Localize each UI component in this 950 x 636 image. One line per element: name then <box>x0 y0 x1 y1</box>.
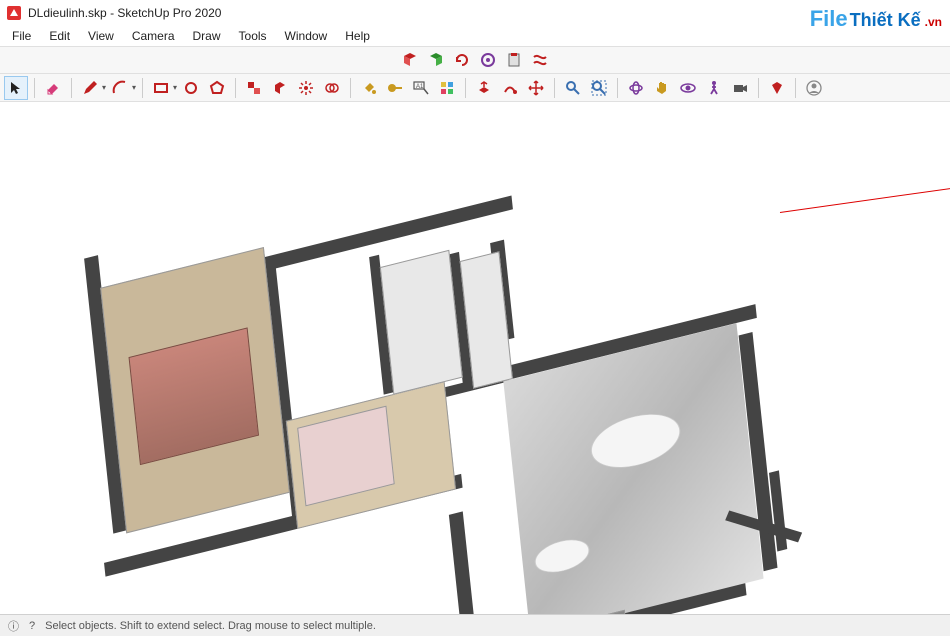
menu-tools[interactable]: Tools <box>231 27 275 45</box>
toolbar-main: ▾ ▾ ▾ A1 <box>0 74 950 102</box>
orbit-icon[interactable] <box>624 76 648 100</box>
model-floorplan <box>72 189 847 614</box>
clipboard-icon[interactable] <box>502 48 526 72</box>
brand-main: Thiết Kế <box>850 10 921 31</box>
zoom-icon[interactable] <box>561 76 585 100</box>
push-pull-icon[interactable] <box>472 76 496 100</box>
user-account-icon[interactable] <box>802 76 826 100</box>
text-label-icon[interactable]: A1 <box>409 76 433 100</box>
dynamic-swap-icon[interactable] <box>528 48 552 72</box>
paint-bucket-icon[interactable] <box>357 76 381 100</box>
component-red-icon[interactable] <box>268 76 292 100</box>
svg-text:A1: A1 <box>416 84 424 90</box>
reload-icon[interactable] <box>450 48 474 72</box>
window-title: DLdieulinh.skp - SketchUp Pro 2020 <box>28 6 221 20</box>
zoom-extents-icon[interactable] <box>587 76 611 100</box>
menu-window[interactable]: Window <box>277 27 336 45</box>
title-appname: SketchUp Pro 2020 <box>117 6 221 20</box>
brand-prefix: File <box>810 6 848 32</box>
menu-draw[interactable]: Draw <box>185 27 229 45</box>
menu-camera[interactable]: Camera <box>124 27 183 45</box>
eraser-icon[interactable] <box>41 76 65 100</box>
circle-icon[interactable] <box>179 76 203 100</box>
pan-icon[interactable] <box>650 76 674 100</box>
look-around-icon[interactable] <box>676 76 700 100</box>
walk-icon[interactable] <box>702 76 726 100</box>
color-sample-icon[interactable] <box>435 76 459 100</box>
ruby-icon[interactable] <box>765 76 789 100</box>
explode-icon[interactable] <box>294 76 318 100</box>
intersect-icon[interactable] <box>320 76 344 100</box>
menu-help[interactable]: Help <box>337 27 378 45</box>
polygon-icon[interactable] <box>205 76 229 100</box>
menubar: File Edit View Camera Draw Tools Window … <box>0 26 950 46</box>
titlebar: DLdieulinh.skp - SketchUp Pro 2020 <box>0 0 950 26</box>
statusbar-info-icon: ⓘ <box>8 618 19 634</box>
toolbar-separator <box>34 78 35 98</box>
title-filename: DLdieulinh.skp <box>28 6 107 20</box>
move-icon[interactable] <box>524 76 548 100</box>
follow-me-icon[interactable] <box>498 76 522 100</box>
menu-view[interactable]: View <box>80 27 122 45</box>
statusbar-hint: Select objects. Shift to extend select. … <box>45 620 376 632</box>
make-group-icon[interactable] <box>242 76 266 100</box>
rectangle-icon[interactable] <box>149 76 173 100</box>
menu-edit[interactable]: Edit <box>41 27 78 45</box>
toolbar-upper <box>0 46 950 74</box>
statusbar-help-icon: ? <box>29 620 35 632</box>
dynamic-icon[interactable] <box>476 48 500 72</box>
brand-watermark: File Thiết Kế .vn <box>810 6 942 32</box>
viewport-3d[interactable]: Copyright © FileThietKe.vn <box>0 102 950 614</box>
make-component-icon[interactable] <box>424 48 448 72</box>
tape-measure-icon[interactable] <box>383 76 407 100</box>
component-options-icon[interactable] <box>398 48 422 72</box>
select-icon[interactable] <box>4 76 28 100</box>
menu-file[interactable]: File <box>4 27 39 45</box>
arc-icon[interactable] <box>108 76 132 100</box>
position-camera-icon[interactable] <box>728 76 752 100</box>
statusbar: ⓘ ? Select objects. Shift to extend sele… <box>0 614 950 636</box>
app-icon <box>6 5 22 21</box>
pencil-icon[interactable] <box>78 76 102 100</box>
brand-suffix: .vn <box>925 15 942 29</box>
